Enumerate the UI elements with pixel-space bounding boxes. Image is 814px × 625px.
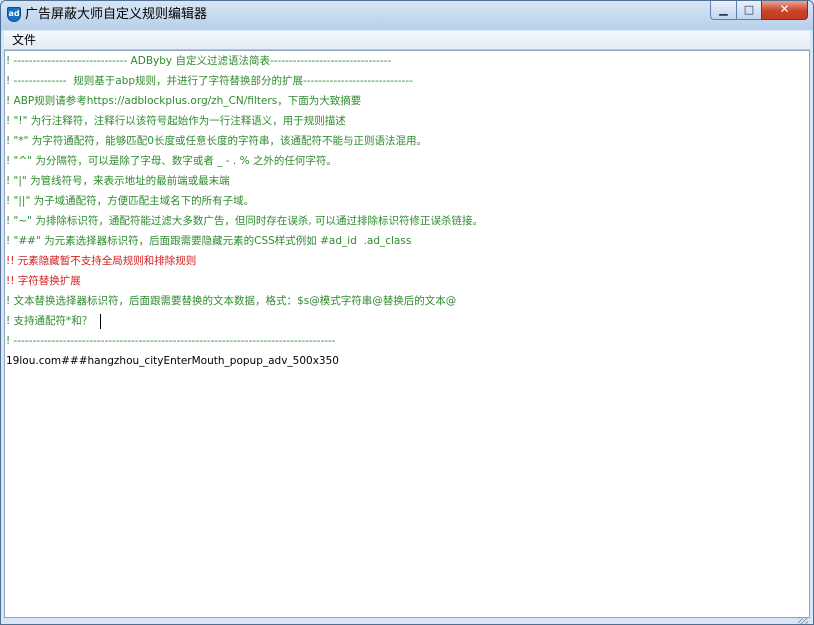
editor-line: ! "!" 为行注释符，注释行以该符号起始作为一行注释语义，用于规则描述 [6, 115, 346, 127]
editor-line: ! ------------------------------ ADByby … [6, 55, 392, 67]
editor-line: ! 文本替换选择器标识符，后面跟需要替换的文本数据，格式：$s@模式字符串@替换… [6, 295, 457, 307]
editor-line: ! "^" 为分隔符，可以是除了字母、数字或者 _ - . % 之外的任何字符。 [6, 155, 337, 167]
maximize-button[interactable]: □ [736, 1, 762, 20]
editor-line: ! ABP规则请参考https://adblockplus.org/zh_CN/… [6, 95, 362, 107]
editor-line: ! "*" 为字符通配符，能够匹配0长度或任意长度的字符串，该通配符不能与正则语… [6, 135, 427, 147]
text-caret [100, 314, 101, 329]
editor-line: ! "##" 为元素选择器标识符，后面跟需要隐藏元素的CSS样式例如 #ad_i… [6, 235, 412, 247]
menu-bar: 文件 [4, 31, 810, 50]
close-button[interactable]: ✕ [761, 1, 808, 20]
editor-line: ! "~" 为排除标识符，通配符能过滤大多数广告，但同时存在误杀, 可以通过排除… [6, 215, 484, 227]
app-icon-label: ad [8, 9, 20, 18]
app-shield-icon: ad [7, 7, 21, 22]
editor-line: ! 支持通配符*和？ [6, 315, 93, 327]
editor-line: ! "||" 为子域通配符，方便匹配主域名下的所有子域。 [6, 195, 255, 207]
menu-file[interactable]: 文件 [12, 33, 36, 47]
editor-line: !! 元素隐藏暂不支持全局规则和排除规则 [6, 255, 197, 267]
editor-line: ! --------------------------------------… [6, 335, 336, 347]
editor-window: ad 广告屏蔽大师自定义规则编辑器 ▁ □ ✕ 文件 ! -----------… [0, 0, 814, 625]
window-title: 广告屏蔽大师自定义规则编辑器 [25, 7, 208, 22]
minimize-button[interactable]: ▁ [710, 1, 737, 20]
editor-line: ! "|" 为管线符号，来表示地址的最前端或最末端 [6, 175, 230, 187]
title-bar[interactable]: ad 广告屏蔽大师自定义规则编辑器 ▁ □ ✕ [1, 1, 813, 30]
editor-line: !! 字符替换扩展 [6, 275, 81, 287]
editor-line: ! -------------- 规则基于abp规则，并进行了字符替换部分的扩展… [6, 75, 413, 87]
editor-line: 19lou.com###hangzhou_cityEnterMouth_popu… [6, 355, 339, 367]
status-bar [4, 618, 810, 624]
rule-text-editor[interactable]: ! ------------------------------ ADByby … [4, 50, 810, 618]
resize-grip-icon[interactable] [798, 618, 808, 624]
